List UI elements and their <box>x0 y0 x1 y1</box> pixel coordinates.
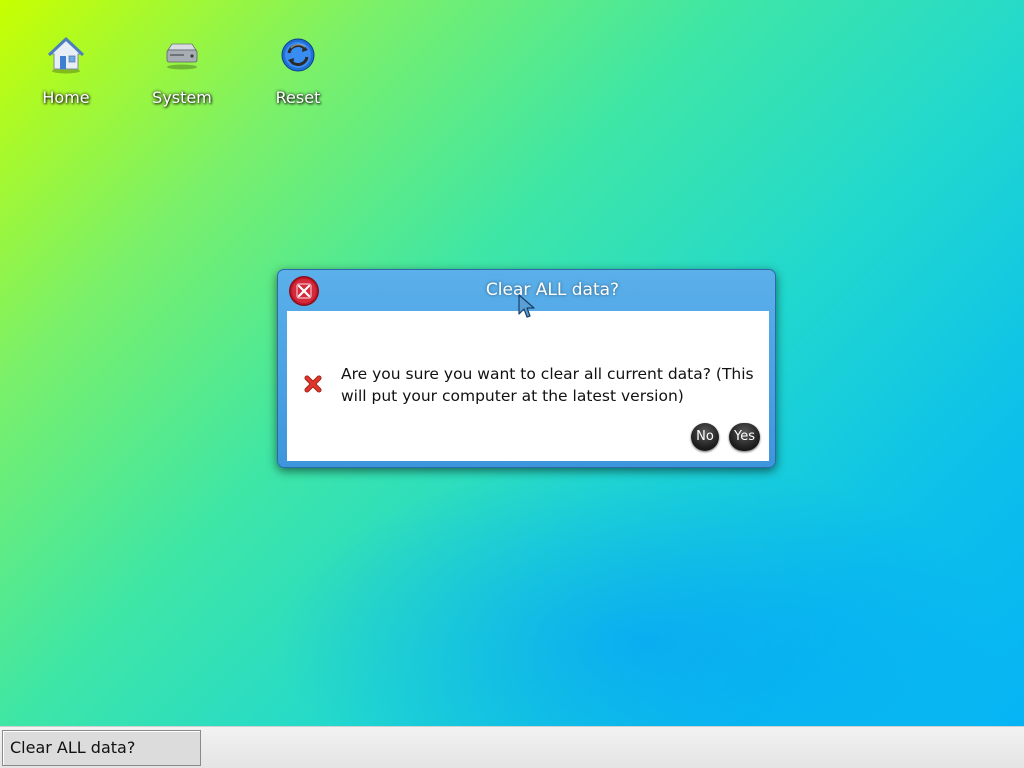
refresh-icon <box>281 38 315 72</box>
yes-button[interactable]: Yes <box>729 423 760 451</box>
desktop-icon-system[interactable]: System <box>137 34 227 107</box>
desktop-icon-reset[interactable]: Reset <box>253 34 343 107</box>
desktop-icon-label: Reset <box>275 88 321 107</box>
desktop-icon-home[interactable]: Home <box>21 34 111 107</box>
dialog-body: Are you sure you want to clear all curre… <box>287 311 769 461</box>
desktop-icon-label: Home <box>42 88 90 107</box>
house-icon <box>47 37 85 74</box>
dialog-message: Are you sure you want to clear all curre… <box>341 365 754 405</box>
taskbar-window-button[interactable]: Clear ALL data? <box>2 730 201 766</box>
no-button[interactable]: No <box>691 423 719 451</box>
desktop-icon-label: System <box>152 88 212 107</box>
hard-drive-icon <box>166 43 198 70</box>
error-x-icon <box>304 375 322 393</box>
mouse-cursor-icon <box>518 294 535 318</box>
taskbar: Clear ALL data? <box>0 726 1024 768</box>
